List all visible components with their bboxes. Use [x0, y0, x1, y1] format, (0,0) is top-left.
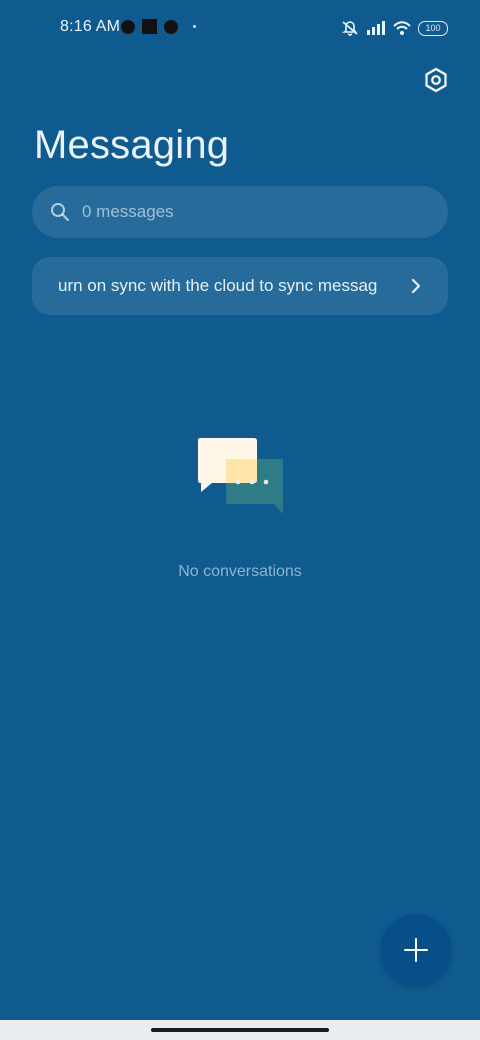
chevron-right-icon — [411, 278, 421, 294]
status-notification-icon — [142, 19, 157, 34]
search-icon — [51, 203, 69, 221]
no-conversations-illustration-icon — [198, 438, 283, 514]
battery-icon: 100 — [418, 20, 448, 36]
settings-icon — [425, 67, 447, 93]
gesture-handle[interactable] — [151, 1028, 329, 1032]
sync-banner-text: urn on sync with the cloud to sync messa… — [58, 276, 378, 295]
status-app-icon — [121, 19, 135, 34]
search-placeholder: 0 messages — [82, 202, 174, 221]
status-app-icon-2 — [164, 19, 178, 34]
page-title: Messaging — [34, 123, 230, 167]
status-left-icons — [121, 19, 196, 34]
cloud-sync-banner[interactable]: urn on sync with the cloud to sync messa… — [32, 257, 448, 315]
status-time: 8:16 AM — [60, 18, 121, 35]
empty-state-text: No conversations — [178, 563, 302, 580]
settings-button[interactable] — [420, 64, 452, 96]
new-conversation-button[interactable] — [380, 914, 452, 986]
mute-icon — [341, 21, 358, 36]
gesture-navigation-bar — [0, 1020, 480, 1040]
wifi-icon — [393, 21, 411, 35]
status-bar: 8:16 AM 100 — [0, 0, 480, 56]
signal-icon — [367, 21, 385, 35]
status-dot-icon — [193, 25, 196, 28]
search-bar[interactable]: 0 messages — [32, 186, 448, 238]
sync-text-wrap: urn on sync with the cloud to sync messa… — [58, 257, 394, 315]
status-right-icons: 100 — [340, 18, 448, 38]
plus-icon — [404, 938, 428, 962]
